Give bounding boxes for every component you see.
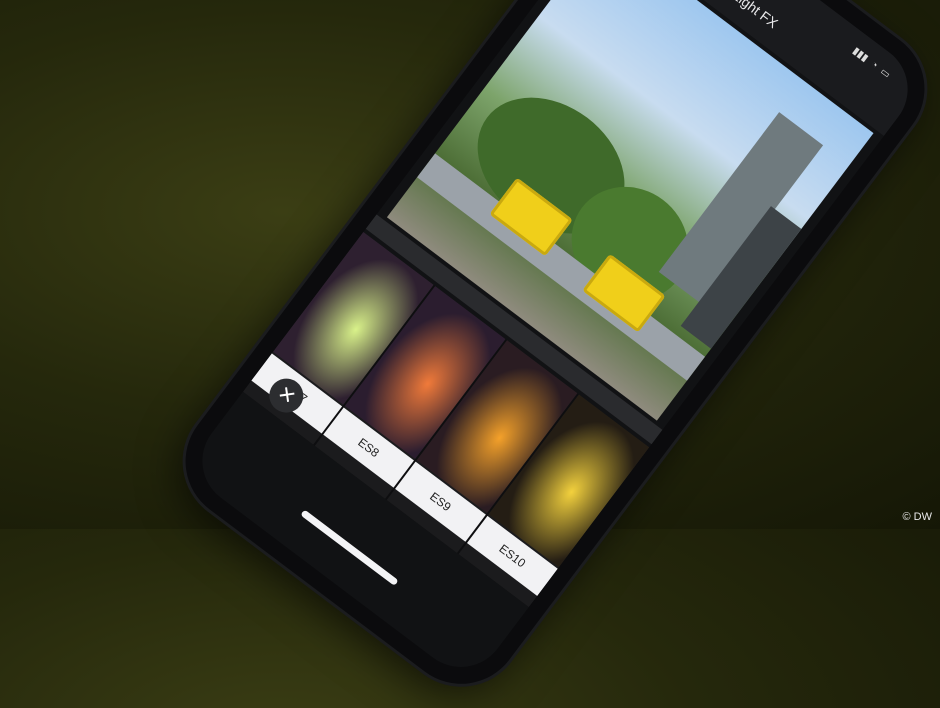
signal-icon: ▮▮▮	[850, 45, 871, 65]
scene: ▮▮▮ ◔ ▭ Light FX ES7ES8ES9ES10ES11ES12 ✕	[0, 0, 940, 708]
battery-icon: ▭	[877, 66, 893, 81]
home-indicator[interactable]	[300, 509, 399, 587]
phone: ▮▮▮ ◔ ▭ Light FX ES7ES8ES9ES10ES11ES12 ✕	[161, 0, 940, 708]
phone-screen: ▮▮▮ ◔ ▭ Light FX ES7ES8ES9ES10ES11ES12 ✕	[183, 0, 927, 686]
effect-label: ES11	[538, 570, 630, 651]
effect-label: ES12	[610, 624, 702, 686]
effect-item[interactable]: ES12	[602, 502, 793, 686]
wifi-icon: ◔	[868, 59, 880, 72]
close-icon: ✕	[273, 381, 300, 410]
watermark: © DW	[902, 511, 933, 523]
